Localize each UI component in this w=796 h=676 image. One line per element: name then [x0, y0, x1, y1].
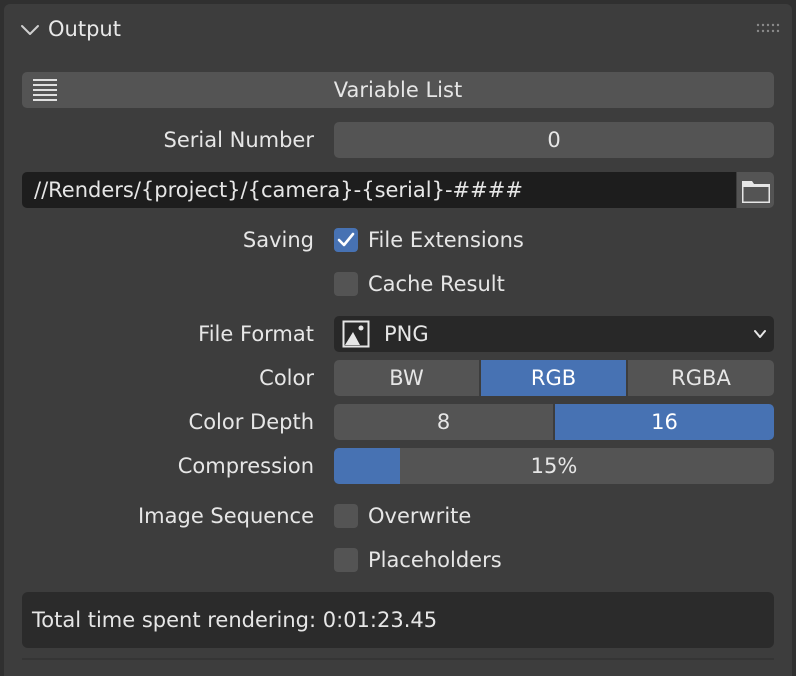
output-path-input[interactable]: //Renders/{project}/{camera}-{serial}-##… — [22, 172, 736, 208]
file-extensions-label: File Extensions — [368, 228, 524, 252]
panel-title: Output — [48, 17, 121, 41]
variable-list-label: Variable List — [333, 78, 463, 102]
image-icon — [342, 320, 370, 348]
panel-divider — [22, 658, 774, 660]
cache-result-checkbox[interactable] — [334, 272, 358, 296]
compression-slider[interactable]: 15% — [334, 448, 774, 484]
variable-list-button[interactable]: Variable List — [22, 72, 774, 108]
color-option-rgba[interactable]: RGBA — [628, 360, 774, 396]
image-sequence-label: Image Sequence — [137, 504, 314, 528]
color-option-rgb[interactable]: RGB — [481, 360, 626, 396]
file-format-dropdown[interactable]: PNG — [334, 316, 774, 352]
overwrite-checkbox[interactable] — [334, 504, 358, 528]
browse-folder-button[interactable] — [737, 172, 774, 208]
color-depth-label: Color Depth — [188, 410, 314, 434]
file-format-label: File Format — [198, 322, 314, 346]
serial-number-field[interactable]: 0 — [334, 122, 774, 158]
file-format-value: PNG — [384, 322, 429, 346]
color-option-bw[interactable]: BW — [334, 360, 479, 396]
color-depth-option-8[interactable]: 8 — [334, 404, 553, 440]
chevron-down-icon — [754, 330, 766, 338]
folder-icon — [742, 181, 770, 203]
panel-header[interactable]: Output — [4, 4, 792, 54]
color-mode-selector: BW RGB RGBA — [334, 360, 774, 396]
output-panel: Output Variable List Serial Number 0 //R… — [4, 4, 792, 676]
checkmark-icon — [337, 232, 355, 247]
render-time-info: Total time spent rendering: 0:01:23.45 — [22, 592, 774, 648]
compression-value: 15% — [530, 454, 578, 478]
overwrite-label: Overwrite — [368, 504, 472, 528]
placeholders-checkbox[interactable] — [334, 548, 358, 572]
cache-result-checkbox-row[interactable]: Cache Result — [334, 266, 774, 302]
drag-grip-icon[interactable] — [756, 22, 780, 34]
placeholders-label: Placeholders — [368, 548, 502, 572]
compression-label: Compression — [177, 454, 314, 478]
serial-number-label: Serial Number — [163, 128, 314, 152]
color-label: Color — [259, 366, 314, 390]
file-extensions-checkbox[interactable] — [334, 228, 358, 252]
chevron-down-icon[interactable] — [18, 18, 42, 42]
saving-label: Saving — [242, 228, 314, 252]
color-depth-selector: 8 16 — [334, 404, 774, 440]
cache-result-label: Cache Result — [368, 272, 505, 296]
color-depth-option-16[interactable]: 16 — [555, 404, 774, 440]
placeholders-checkbox-row[interactable]: Placeholders — [334, 542, 774, 578]
overwrite-checkbox-row[interactable]: Overwrite — [334, 498, 774, 534]
list-icon — [33, 79, 57, 101]
file-extensions-checkbox-row[interactable]: File Extensions — [334, 222, 774, 258]
